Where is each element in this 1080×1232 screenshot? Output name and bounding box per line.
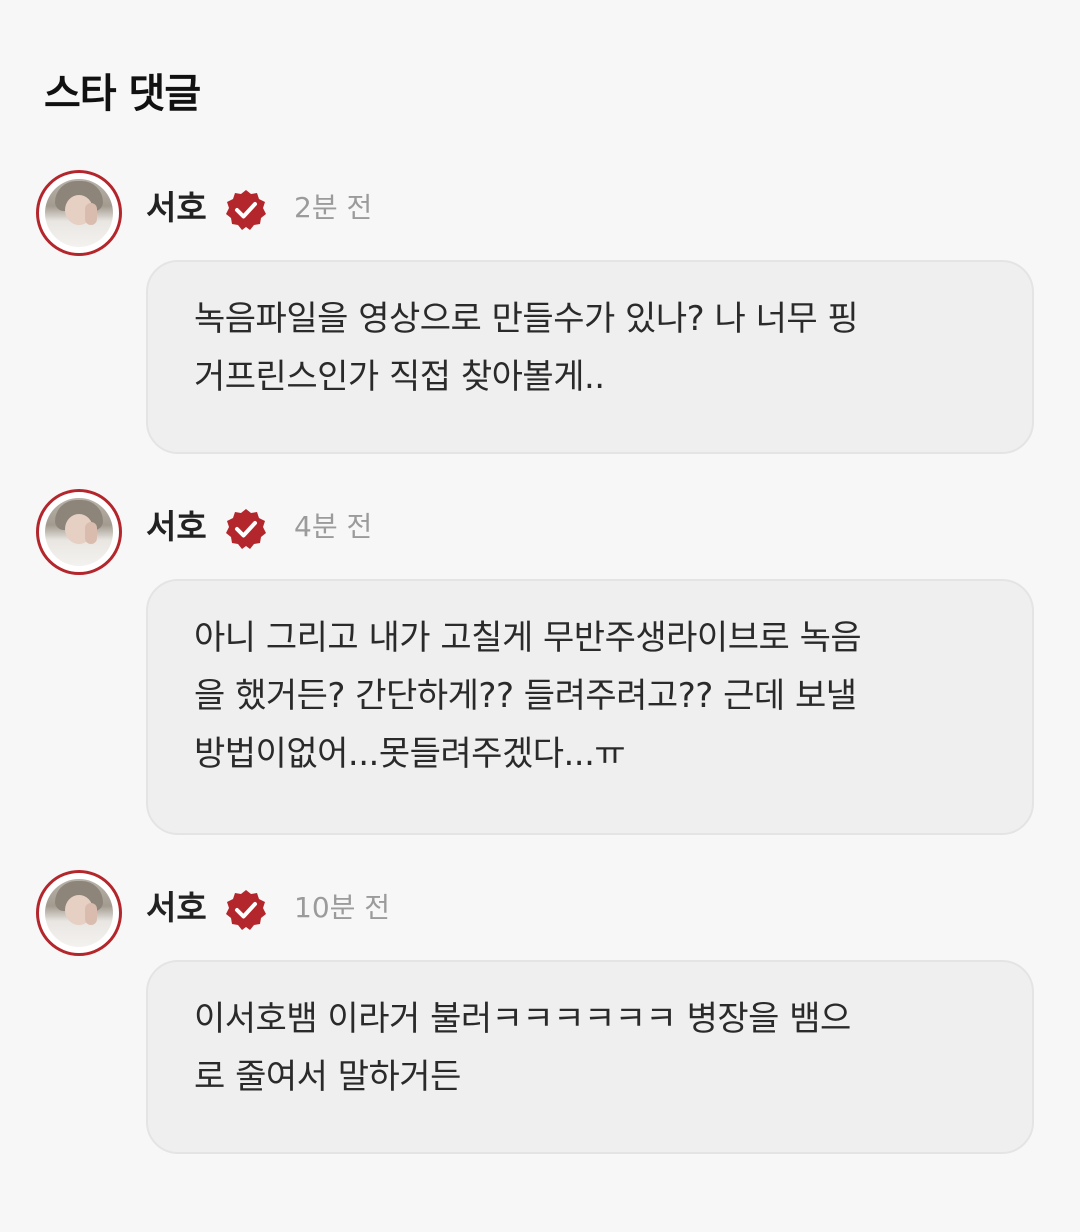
avatar[interactable] <box>36 489 122 575</box>
avatar-photo <box>45 179 113 247</box>
comment-author[interactable]: 서호 <box>146 505 207 549</box>
star-comments-page: 스타 댓글 서호 2분 전 녹음파일을 영상으로 만들수가 있나? 나 너무 핑… <box>0 0 1080 1232</box>
comment-bubble: 아니 그리고 내가 고칠게 무반주생라이브로 녹음 을 했거든? 간단하게?? … <box>146 579 1034 835</box>
comment-author[interactable]: 서호 <box>146 186 207 230</box>
section-title: 스타 댓글 <box>44 71 201 117</box>
comment-bubble: 이서호뱀 이라거 불러ㅋㅋㅋㅋㅋㅋ 병장을 뱀으 로 줄여서 말하거든 <box>146 960 1034 1154</box>
comment-bubble: 녹음파일을 영상으로 만들수가 있나? 나 너무 핑 거프린스인가 직접 찾아볼… <box>146 260 1034 454</box>
comment-text: 이서호뱀 이라거 불러ㅋㅋㅋㅋㅋㅋ 병장을 뱀으 로 줄여서 말하거든 <box>194 999 851 1097</box>
avatar-photo <box>45 879 113 947</box>
avatar[interactable] <box>36 870 122 956</box>
comment-text: 녹음파일을 영상으로 만들수가 있나? 나 너무 핑 거프린스인가 직접 찾아볼… <box>194 299 859 397</box>
comment-author[interactable]: 서호 <box>146 886 207 930</box>
avatar[interactable] <box>36 170 122 256</box>
comment-text: 아니 그리고 내가 고칠게 무반주생라이브로 녹음 을 했거든? 간단하게?? … <box>194 618 862 774</box>
verified-badge-icon <box>226 890 266 930</box>
avatar-photo <box>45 498 113 566</box>
verified-badge-icon <box>226 190 266 230</box>
verified-badge-icon <box>226 509 266 549</box>
comment-timestamp: 2분 전 <box>294 191 373 224</box>
comment-timestamp: 4분 전 <box>294 510 373 543</box>
comment-timestamp: 10분 전 <box>294 891 391 924</box>
